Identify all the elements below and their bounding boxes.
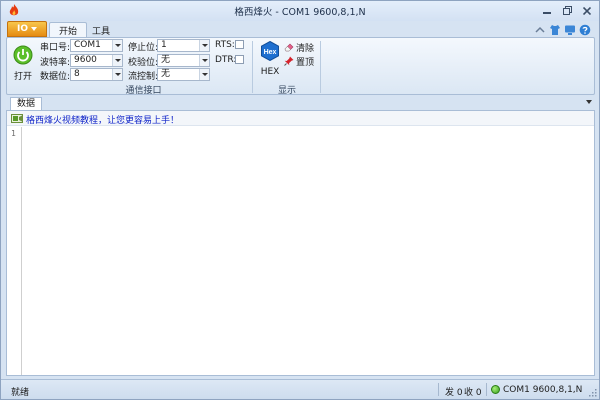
hex-icon-text: Hex	[264, 49, 277, 56]
restore-icon	[562, 6, 572, 15]
stopbits-value: 1	[161, 40, 167, 50]
line-gutter: 1	[7, 127, 22, 375]
port-select[interactable]: COM1	[70, 39, 123, 52]
close-button[interactable]	[577, 3, 597, 18]
tab-data[interactable]: 数据	[10, 97, 43, 111]
chevron-down-icon	[199, 69, 209, 80]
baud-select[interactable]: 9600	[70, 54, 123, 67]
rts-label: RTS:	[215, 40, 235, 50]
help-icon[interactable]	[579, 24, 591, 36]
port-label: 串口号:	[40, 43, 71, 53]
tab-tools-label: 工具	[92, 26, 111, 37]
status-divider	[438, 383, 439, 396]
databits-select[interactable]: 8	[70, 68, 123, 81]
connection-status: COM1 9600,8,1,N	[503, 385, 583, 395]
tutorial-link[interactable]: 格西烽火视频教程，让您更容易上手！	[26, 113, 179, 126]
info-bar: 格西烽火视频教程，让您更容易上手！	[7, 111, 594, 126]
flow-select[interactable]: 无	[157, 68, 210, 81]
dtr-label: DTR:	[215, 55, 237, 65]
ribbon-panel: 打开 串口号: COM1 波特率: 9600 数据位: 8 停止位: 1 校验位…	[6, 37, 595, 96]
ribbon-tab-row: IO 开始 工具	[1, 21, 599, 38]
sent-count: 发 0	[445, 388, 463, 398]
port-value: COM1	[74, 40, 101, 50]
group-divider	[252, 41, 253, 93]
open-port-label: 打开	[13, 72, 32, 82]
chevron-down-icon	[112, 69, 122, 80]
receive-textarea[interactable]: 1	[7, 127, 594, 375]
restore-button[interactable]	[557, 3, 577, 18]
status-bar: 就绪 发 0 收 0 COM1 9600,8,1,N	[1, 379, 599, 399]
rts-checkbox[interactable]	[235, 40, 244, 49]
eraser-icon	[284, 43, 294, 52]
databits-value: 8	[74, 69, 80, 79]
serial-group-title: 通信接口	[125, 86, 162, 96]
close-icon	[583, 6, 591, 15]
chevron-down-icon[interactable]	[586, 100, 592, 104]
minimize-button[interactable]	[537, 3, 557, 18]
window-title: 格西烽火 - COM1 9600,8,1,N	[234, 7, 366, 18]
chevron-down-icon	[199, 55, 209, 66]
tab-tools[interactable]: 工具	[83, 22, 119, 38]
pin-label: 置顶	[296, 57, 315, 68]
minimize-icon	[543, 11, 551, 14]
chevron-down-icon	[112, 55, 122, 66]
monitor-icon[interactable]	[564, 24, 576, 36]
databits-label: 数据位:	[40, 72, 71, 82]
power-icon	[13, 45, 33, 65]
video-icon	[11, 114, 23, 123]
data-panel: 格西烽火视频教程，让您更容易上手！ 1	[6, 110, 595, 376]
title-bar[interactable]: 格西烽火 - COM1 9600,8,1,N	[1, 1, 599, 21]
clear-label: 清除	[296, 43, 315, 54]
chevron-down-icon	[31, 27, 37, 31]
group-divider	[320, 41, 321, 93]
parity-select[interactable]: 无	[157, 54, 210, 67]
received-count: 收 0	[464, 388, 482, 398]
app-menu-button[interactable]: IO	[7, 21, 47, 37]
baud-value: 9600	[74, 55, 97, 65]
status-ready: 就绪	[11, 388, 30, 398]
collapse-ribbon-icon[interactable]	[534, 24, 546, 36]
parity-label: 校验位:	[128, 58, 159, 68]
hex-toggle-button[interactable]: Hex HEX	[259, 41, 281, 81]
baud-label: 波特率:	[40, 58, 71, 68]
open-port-button[interactable]: 打开	[12, 43, 34, 83]
hex-icon: Hex	[261, 41, 279, 61]
tab-start[interactable]: 开始	[49, 22, 88, 38]
pin-top-button[interactable]: 置顶	[284, 55, 315, 68]
clear-button[interactable]: 清除	[284, 41, 315, 54]
main-window: 格西烽火 - COM1 9600,8,1,N IO 开始 工具 打开 串口号: …	[0, 0, 600, 400]
chevron-down-icon	[199, 40, 209, 51]
resize-grip-icon[interactable]	[588, 388, 597, 397]
pin-icon	[284, 56, 294, 66]
tab-start-label: 开始	[59, 27, 78, 37]
flow-label: 流控制:	[128, 72, 159, 82]
parity-value: 无	[161, 55, 171, 65]
tab-data-label: 数据	[17, 99, 36, 109]
dtr-checkbox[interactable]	[235, 55, 244, 64]
display-group-title: 显示	[277, 86, 296, 96]
connection-status-icon	[491, 385, 500, 394]
app-menu-label: IO	[17, 24, 28, 34]
stopbits-select[interactable]: 1	[157, 39, 210, 52]
hex-label: HEX	[260, 67, 280, 77]
line-number: 1	[11, 129, 16, 138]
panel-tab-strip: 数据	[6, 96, 595, 111]
skin-icon[interactable]	[549, 24, 561, 36]
status-divider	[486, 383, 487, 396]
chevron-down-icon	[112, 40, 122, 51]
stopbits-label: 停止位:	[128, 43, 159, 53]
flow-value: 无	[161, 69, 171, 79]
